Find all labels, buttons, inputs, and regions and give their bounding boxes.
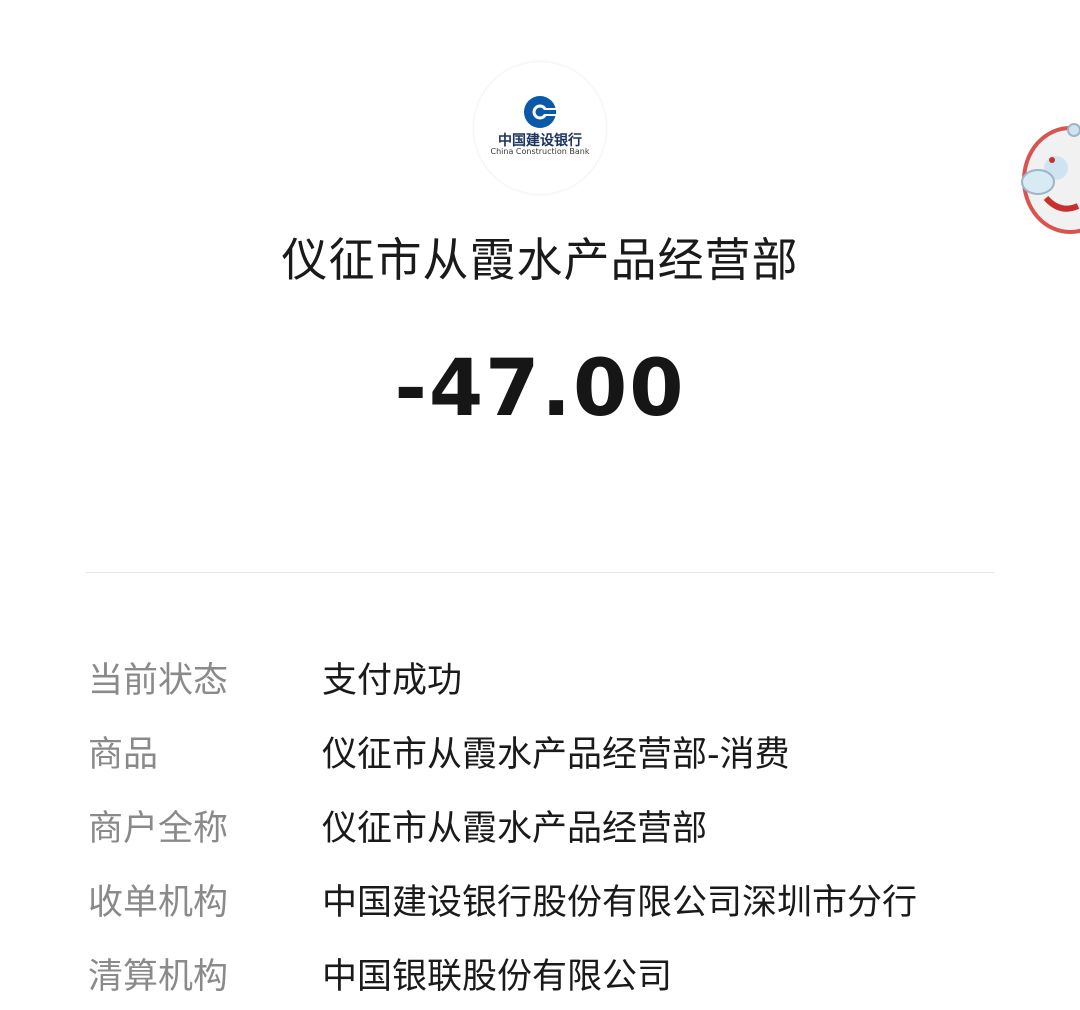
detail-row-product: 商品 仪征市从霞水产品经营部-消费 <box>88 714 1048 788</box>
divider <box>86 572 994 573</box>
detail-row-status: 当前状态 支付成功 <box>88 640 1048 714</box>
detail-value: 支付成功 <box>322 660 463 701</box>
detail-label: 商户全称 <box>88 808 229 849</box>
detail-row-merchant-full-name: 商户全称 仪征市从霞水产品经营部 <box>88 788 1048 862</box>
detail-list: 当前状态 支付成功 商品 仪征市从霞水产品经营部-消费 商户全称 仪征市从霞水产… <box>88 640 1048 1010</box>
transaction-detail-page: 中国建设银行 China Construction Bank 仪征市从霞水产品经… <box>0 0 1080 1010</box>
transaction-amount: -47.00 <box>394 344 686 434</box>
merchant-title: 仪征市从霞水产品经营部 <box>281 233 799 287</box>
detail-value: 中国银联股份有限公司 <box>322 956 673 997</box>
detail-value: 仪征市从霞水产品经营部 <box>322 808 708 849</box>
detail-label: 清算机构 <box>88 956 229 997</box>
detail-row-clearing: 清算机构 中国银联股份有限公司 <box>88 936 1048 1010</box>
detail-label: 当前状态 <box>88 660 229 701</box>
detail-label: 收单机构 <box>88 882 229 923</box>
mascot-icon[interactable] <box>1008 110 1080 250</box>
detail-row-acquirer: 收单机构 中国建设银行股份有限公司深圳市分行 <box>88 862 1048 936</box>
detail-value: 仪征市从霞水产品经营部-消费 <box>322 734 790 775</box>
detail-value: 中国建设银行股份有限公司深圳市分行 <box>322 882 918 923</box>
ccb-logo-icon <box>524 96 556 128</box>
detail-label: 商品 <box>88 734 159 775</box>
bank-name-en: China Construction Bank <box>490 147 590 156</box>
